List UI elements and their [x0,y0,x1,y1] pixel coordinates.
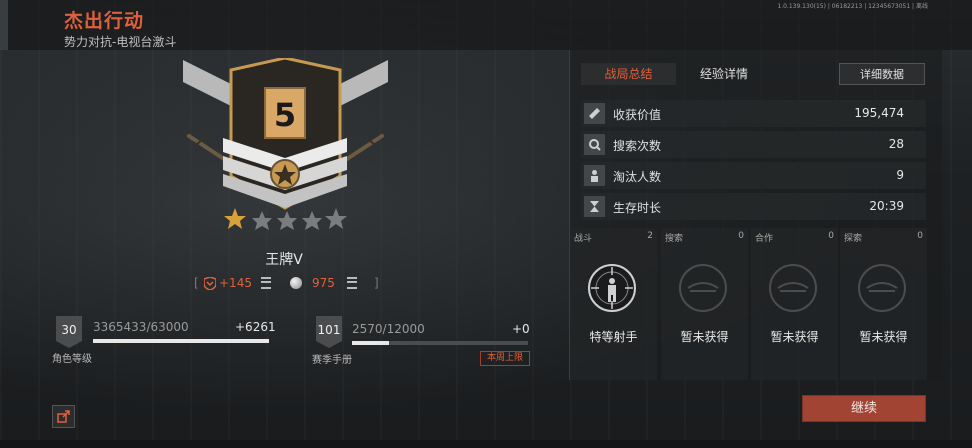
weekly-limit-badge: 本周上限 [480,351,530,366]
continue-button[interactable]: 继续 [802,395,926,422]
stat-label: 生存时长 [613,201,662,215]
marksman-badge-icon [588,264,636,312]
locked-award-icon [679,264,727,312]
category-award: 特等射手 [589,330,638,344]
category-award: 暂未获得 [859,330,908,344]
tab-exp-detail[interactable]: 经验详情 [700,63,748,85]
share-button[interactable] [52,405,75,428]
tab-battle-summary[interactable]: 战局总结 [581,63,676,85]
category-card-search[interactable]: 搜索 0 暂未获得 [661,228,748,380]
rank-star-filled-icon [224,208,246,229]
stat-label: 收获价值 [613,108,662,122]
stat-label: 搜索次数 [613,139,662,153]
stat-value: 195,474 [854,106,904,120]
character-exp-gain: +6261 [235,320,276,334]
category-count: 0 [738,231,744,241]
rank-star-empty-icon [277,211,297,230]
category-card-coop[interactable]: 合作 0 暂未获得 [751,228,838,380]
stat-value: 20:39 [869,199,904,213]
rank-star-empty-icon [325,208,347,229]
list-icon[interactable] [346,277,357,289]
stat-row: 搜索次数 28 [581,131,926,158]
character-level-label: 角色等级 [52,354,92,365]
coin-value: 975 [312,276,335,290]
category-count: 0 [917,231,923,241]
character-progress-bar [93,339,269,343]
merit-block[interactable]: +145 [204,276,271,290]
season-exp-gain: +0 [512,322,530,336]
stat-value: 28 [888,137,904,151]
season-pass-label: 赛季手册 [312,355,352,366]
page-title: 杰出行动 [64,10,145,32]
category-name: 合作 [755,234,774,244]
rank-title: 王牌V [265,252,303,268]
currency-row: [ +145 975 ] [194,276,380,294]
merit-shield-icon [204,276,216,290]
category-award: 暂未获得 [770,330,819,344]
stat-value: 9 [896,168,904,182]
stat-label: 淘汰人数 [613,170,662,184]
bottom-strip [0,440,972,448]
bracket-right: ] [374,276,379,290]
season-exp: 2570/12000 [352,322,425,336]
hourglass-icon [584,196,605,217]
character-progress-fill [93,339,269,343]
stat-row: 收获价值 195,474 [581,100,926,127]
rank-star-empty-icon [252,211,272,230]
coin-icon [290,277,302,289]
bracket-left: [ [194,276,199,290]
rank-star-empty-icon [302,211,322,230]
list-icon[interactable] [260,277,271,289]
coin-block[interactable]: 975 [290,276,357,290]
locked-award-icon [769,264,817,312]
version-info: 1.0.139.130(15) | 06182213 | 12345673051… [777,3,928,10]
rank-level-number: 5 [274,96,296,134]
header-accent-bar [0,0,8,50]
mode-subtitle: 势力对抗-电视台激斗 [64,35,177,49]
detail-data-button[interactable]: 详细数据 [839,63,925,85]
category-name: 战斗 [574,234,593,244]
season-progress-bar [352,341,528,345]
character-exp: 3365433/63000 [93,320,189,334]
category-name: 探索 [844,234,863,244]
locked-award-icon [858,264,906,312]
category-card-explore[interactable]: 探索 0 暂未获得 [840,228,927,380]
category-count: 0 [828,231,834,241]
eliminate-icon [584,165,605,186]
category-card-combat[interactable]: 战斗 2 特等射手 [570,228,657,380]
rank-emblem: 5 [183,58,388,230]
category-name: 搜索 [665,234,684,244]
loot-icon [584,103,605,124]
stat-row: 淘汰人数 9 [581,162,926,189]
season-progress-fill [352,341,389,345]
search-icon [584,134,605,155]
category-award: 暂未获得 [680,330,729,344]
share-icon [57,410,70,423]
category-count: 2 [647,231,653,241]
stat-row: 生存时长 20:39 [581,193,926,220]
merit-gain: +145 [219,276,252,290]
